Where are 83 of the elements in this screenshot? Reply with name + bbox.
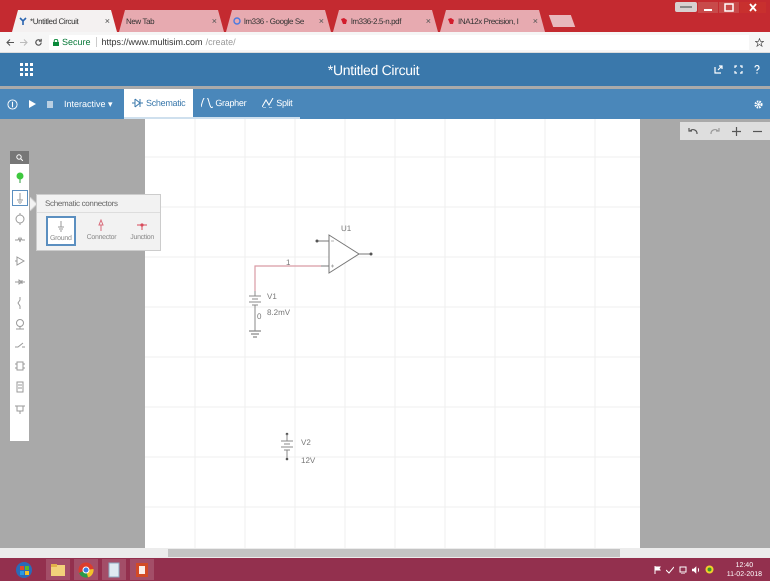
palette-item[interactable] — [12, 190, 28, 206]
opamp-icon — [14, 255, 24, 267]
new-tab-button[interactable] — [548, 15, 576, 27]
value-label: 8.2mV — [267, 308, 290, 317]
settings-icon[interactable] — [753, 98, 764, 110]
net-label: 1 — [286, 258, 290, 267]
diode-icon — [14, 276, 24, 288]
ring-icon — [233, 17, 241, 25]
browser-tab[interactable]: *Untitled Circuit × — [12, 10, 117, 32]
probe-icon — [14, 171, 24, 183]
minimize-icon[interactable] — [698, 2, 718, 13]
logo-icon — [447, 17, 455, 25]
tab-title: lm336-2.5-n.pdf — [351, 16, 402, 26]
component-label: V2 — [301, 438, 311, 447]
apps-grid-icon[interactable] — [20, 63, 33, 76]
reload-icon[interactable] — [34, 38, 43, 46]
fullscreen-icon[interactable] — [734, 65, 743, 74]
help-icon[interactable] — [754, 65, 760, 74]
status-icon[interactable] — [704, 565, 714, 574]
source-icon — [14, 213, 24, 225]
lock-icon — [53, 38, 59, 46]
chip-icon — [14, 360, 24, 372]
circuit-icon — [132, 98, 144, 108]
palette-search-button[interactable] — [10, 151, 29, 164]
search-icon — [16, 154, 23, 161]
view-tab[interactable]: Schematic — [124, 89, 194, 117]
speaker-icon[interactable] — [692, 566, 700, 574]
logo-icon — [19, 17, 27, 25]
wire — [254, 265, 322, 291]
account-icon[interactable] — [675, 2, 697, 12]
close-icon[interactable] — [740, 2, 766, 13]
logo-icon — [340, 17, 348, 25]
flag-icon[interactable] — [654, 566, 661, 574]
horizontal-scrollbar[interactable] — [0, 548, 770, 558]
battery-symbol — [248, 290, 262, 332]
view-tab[interactable]: Grapher — [193, 89, 254, 117]
ground-symbol — [248, 330, 262, 338]
info-icon[interactable] — [7, 98, 18, 110]
slides-icon — [133, 560, 151, 578]
undo-icon[interactable] — [688, 127, 698, 135]
tab-title: *Untitled Circuit — [30, 16, 80, 26]
popup-title: Schematic connectors — [37, 195, 160, 213]
tab-title: New Tab — [126, 16, 156, 26]
close-tab-icon[interactable]: × — [426, 16, 431, 26]
start-orb-icon — [15, 560, 33, 578]
mode-dropdown[interactable]: Interactive ▾ — [64, 99, 114, 109]
tab-title: lm336 - Google Se — [244, 16, 305, 26]
logic-block-icon — [14, 381, 24, 393]
maximize-icon[interactable] — [719, 2, 739, 13]
tab-title: INA12x Precision, I — [458, 16, 520, 26]
browser-tab[interactable]: lm336-2.5-n.pdf × — [333, 10, 438, 32]
bookmark-star-icon[interactable] — [755, 38, 764, 46]
view-tab[interactable]: Split — [254, 89, 300, 117]
ground-icon — [14, 192, 24, 204]
browser-icon — [77, 560, 95, 578]
battery-symbol — [280, 432, 294, 460]
component-label: U1 — [341, 224, 352, 233]
close-tab-icon[interactable]: × — [212, 16, 217, 26]
address-field[interactable]: Secure https://www.multisim.com /create/ — [49, 34, 749, 50]
net-label: 0 — [257, 312, 262, 321]
network-icon[interactable] — [678, 566, 687, 574]
close-tab-icon[interactable]: × — [318, 16, 324, 26]
component-label: V1 — [267, 292, 277, 301]
play-icon[interactable] — [29, 100, 36, 108]
taskbar-button[interactable] — [102, 559, 126, 580]
back-icon[interactable] — [6, 38, 14, 46]
taskbar-button[interactable] — [74, 559, 98, 580]
browser-tab[interactable]: New Tab × — [119, 10, 224, 32]
lamp-icon — [14, 318, 24, 330]
browser-tab[interactable]: INA12x Precision, I × — [440, 10, 545, 32]
share-icon[interactable] — [714, 65, 723, 74]
value-label: 12V — [301, 456, 316, 465]
close-tab-icon[interactable]: × — [104, 16, 110, 26]
close-tab-icon[interactable]: × — [532, 16, 538, 26]
browser-tab[interactable]: lm336 - Google Se × — [226, 10, 331, 32]
wave-icon — [201, 98, 214, 108]
zoom-in-icon[interactable] — [732, 126, 741, 136]
split-wave-icon — [262, 98, 274, 108]
taskbar-button[interactable] — [46, 559, 70, 580]
stop-icon[interactable] — [47, 100, 53, 108]
taskbar-button[interactable] — [130, 559, 154, 580]
document-title: *Untitled Circuit — [326, 62, 420, 78]
opamp-symbol — [316, 234, 373, 274]
